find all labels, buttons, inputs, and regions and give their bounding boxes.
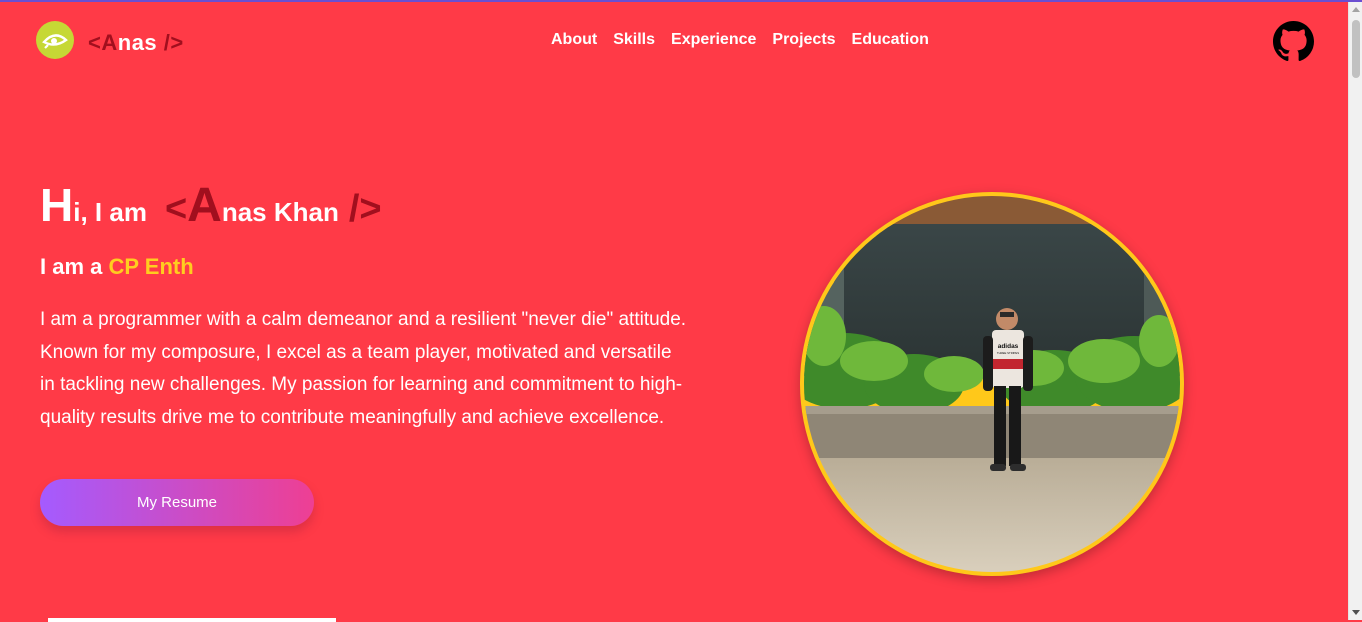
logo-text[interactable]: <Anas /> (88, 30, 184, 56)
hero-name-initial: A (187, 179, 222, 232)
hero-name-rest: nas Khan (221, 197, 339, 227)
hero-hi-rest: i, I am (73, 197, 147, 227)
logo-open-bracket: < (88, 30, 102, 55)
nav-item-about[interactable]: About (551, 31, 597, 49)
nav-item-experience[interactable]: Experience (671, 31, 756, 49)
page: <Anas /> About Skills Experience Project… (0, 2, 1349, 622)
profile-photo: adidas THREE STRIPES (804, 196, 1180, 572)
scroll-up-arrow-icon[interactable] (1352, 7, 1360, 12)
bottom-divider (48, 618, 336, 622)
hero-name-close: /> (348, 188, 382, 230)
nav-item-education[interactable]: Education (852, 31, 929, 49)
hero-heading: H i, I am <Anas Khan /> (40, 178, 382, 233)
hero-name-open: < (164, 188, 188, 230)
eye-logo-icon (42, 34, 68, 49)
scroll-thumb[interactable] (1352, 20, 1360, 78)
vertical-scrollbar[interactable] (1348, 2, 1362, 620)
hero-name: <Anas Khan /> (165, 178, 382, 233)
role-prefix: I am a (40, 254, 103, 279)
scroll-down-arrow-icon[interactable] (1352, 610, 1360, 615)
hero-description: I am a programmer with a calm demeanor a… (40, 309, 687, 428)
shirt-brand-text: adidas (998, 343, 1019, 350)
logo-close-bracket: /> (157, 30, 184, 55)
profile-photo-ring: adidas THREE STRIPES (800, 192, 1184, 576)
nav-item-projects[interactable]: Projects (772, 31, 835, 49)
github-icon[interactable] (1273, 21, 1314, 62)
profile-photo-illustration: adidas THREE STRIPES (804, 196, 1180, 572)
role-typed-text: CP Enth (108, 254, 194, 279)
resume-button[interactable]: My Resume (40, 479, 314, 526)
logo-rest: nas (117, 30, 158, 55)
logo-badge[interactable] (36, 21, 74, 59)
hero-role: I am a CP Enth (40, 254, 194, 280)
hero-hi-initial: H (40, 179, 74, 231)
main-nav: About Skills Experience Projects Educati… (551, 31, 929, 49)
logo-initial: A (101, 30, 118, 55)
nav-item-skills[interactable]: Skills (613, 31, 655, 49)
shirt-subtext: THREE STRIPES (997, 351, 1019, 355)
